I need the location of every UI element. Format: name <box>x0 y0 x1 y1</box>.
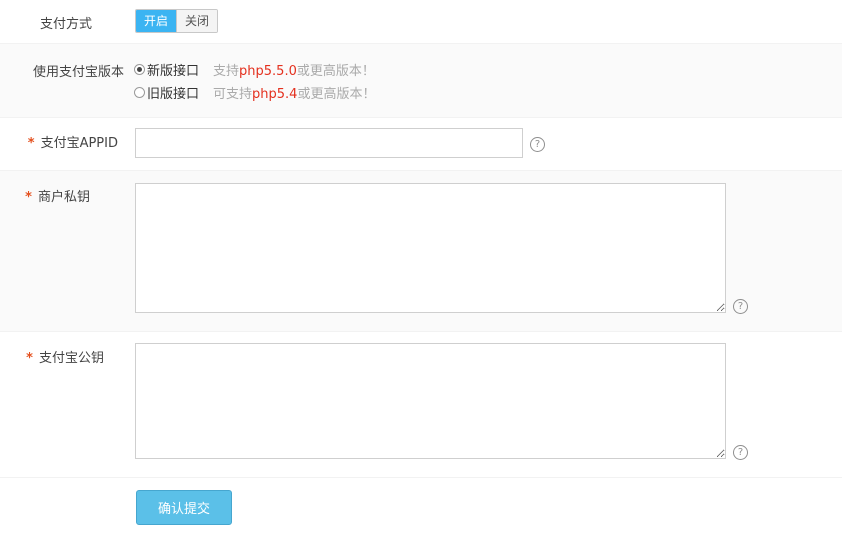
submit-button[interactable]: 确认提交 <box>136 490 232 525</box>
divider <box>0 477 842 478</box>
question-circle-icon[interactable]: ? <box>733 299 748 314</box>
required-mark: * <box>25 190 32 205</box>
question-circle-icon[interactable]: ? <box>733 445 748 460</box>
version-option-new[interactable]: 新版接口 支持php5.5.0或更高版本！ <box>134 59 375 79</box>
switch-off-option[interactable]: 关闭 <box>176 10 218 32</box>
payment-method-row: 支付方式 开启 关闭 <box>0 0 842 43</box>
question-circle-icon[interactable]: ? <box>530 137 545 152</box>
payment-method-switch[interactable]: 开启 关闭 <box>135 9 219 33</box>
appid-label: * 支付宝APPID <box>27 136 118 151</box>
radio-old-version[interactable] <box>134 86 145 98</box>
appid-input[interactable] <box>135 128 523 158</box>
required-mark: * <box>27 136 35 151</box>
alipay-version-row: 使用支付宝版本 新版接口 支持php5.5.0或更高版本！ 旧版接口 可支持ph… <box>0 43 842 118</box>
new-version-php: php5.5.0 <box>239 63 297 79</box>
private-key-row: * 商户私钥 ? <box>0 170 842 332</box>
radio-new-version-label[interactable]: 新版接口 <box>147 60 199 79</box>
radio-old-version-label[interactable]: 旧版接口 <box>147 83 199 102</box>
old-version-hint: 可支持php5.4或更高版本！ <box>213 86 376 102</box>
alipay-version-label: 使用支付宝版本 <box>32 65 124 80</box>
public-key-label: * 支付宝公钥 <box>26 351 104 366</box>
private-key-textarea[interactable] <box>135 183 726 313</box>
radio-new-version[interactable] <box>134 63 145 75</box>
payment-method-label: 支付方式 <box>39 17 92 32</box>
appid-row: * 支付宝APPID ? <box>0 117 842 170</box>
new-version-hint: 支持php5.5.0或更高版本！ <box>213 63 375 79</box>
switch-on-option[interactable]: 开启 <box>136 10 177 32</box>
private-key-label: * 商户私钥 <box>25 190 90 205</box>
version-option-old[interactable]: 旧版接口 可支持php5.4或更高版本！ <box>134 82 375 102</box>
required-mark: * <box>26 351 33 366</box>
public-key-row: * 支付宝公钥 ? <box>0 331 842 477</box>
public-key-textarea[interactable] <box>135 343 726 459</box>
old-version-php: php5.4 <box>252 86 298 102</box>
